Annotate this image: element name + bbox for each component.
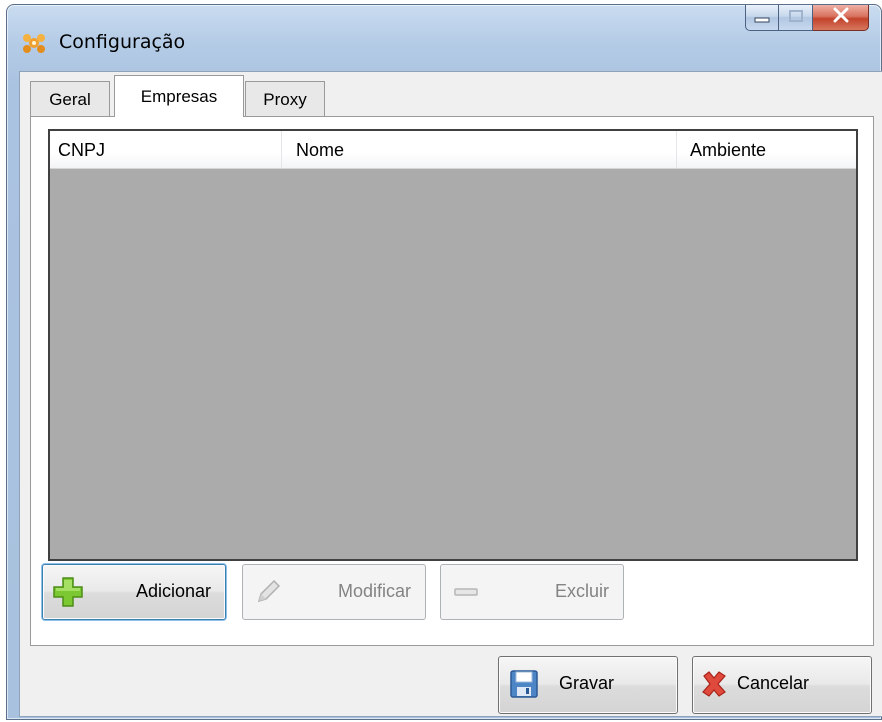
title-bar[interactable]: Configuração	[7, 5, 881, 67]
add-button-label: Adicionar	[135, 581, 211, 601]
floppy-disk-icon	[507, 667, 541, 701]
column-label: Nome	[296, 140, 345, 160]
companies-list[interactable]: CNPJ Nome Ambiente	[48, 129, 858, 561]
tab-geral[interactable]: Geral	[30, 81, 110, 117]
plus-icon	[51, 575, 85, 609]
window-title: Configuração	[59, 31, 186, 53]
tab-label: Proxy	[263, 89, 307, 109]
delete-button[interactable]: Excluir	[440, 564, 624, 620]
maximize-button[interactable]	[779, 5, 813, 31]
red-x-icon	[697, 667, 731, 701]
tab-proxy[interactable]: Proxy	[245, 81, 325, 117]
list-header: CNPJ Nome Ambiente	[50, 131, 856, 169]
maximize-icon	[788, 8, 804, 28]
delete-button-label: Excluir	[554, 581, 609, 601]
app-gears-icon	[21, 30, 47, 56]
close-icon	[832, 7, 850, 28]
minimize-icon	[754, 8, 770, 28]
cancel-button-label: Cancelar	[737, 673, 810, 693]
save-button-label: Gravar	[559, 673, 615, 693]
tab-label: Geral	[49, 89, 91, 109]
client-area: Geral Empresas Proxy CNPJ Nome Ambiente …	[19, 71, 882, 717]
modify-button-label: Modificar	[337, 581, 411, 601]
caption-buttons	[745, 5, 869, 41]
column-divider[interactable]	[281, 131, 282, 168]
close-button[interactable]	[813, 5, 869, 31]
column-header-nome[interactable]: Nome	[288, 131, 676, 169]
add-button[interactable]: Adicionar	[42, 564, 226, 620]
column-label: Ambiente	[690, 140, 767, 160]
configuration-window: Configuração Geral Empresas Proxy CNPJ N…	[6, 4, 882, 720]
column-header-cnpj[interactable]: CNPJ	[50, 131, 282, 169]
tab-empresas[interactable]: Empresas	[114, 75, 244, 117]
tab-label: Empresas	[140, 86, 218, 106]
minus-icon	[449, 575, 483, 609]
column-header-ambiente[interactable]: Ambiente	[682, 131, 852, 169]
modify-button[interactable]: Modificar	[242, 564, 426, 620]
save-button[interactable]: Gravar	[498, 656, 678, 714]
pencil-icon	[251, 575, 285, 609]
column-divider[interactable]	[676, 131, 677, 168]
cancel-button[interactable]: Cancelar	[692, 656, 872, 714]
minimize-button[interactable]	[745, 5, 779, 31]
column-label: CNPJ	[58, 140, 106, 160]
